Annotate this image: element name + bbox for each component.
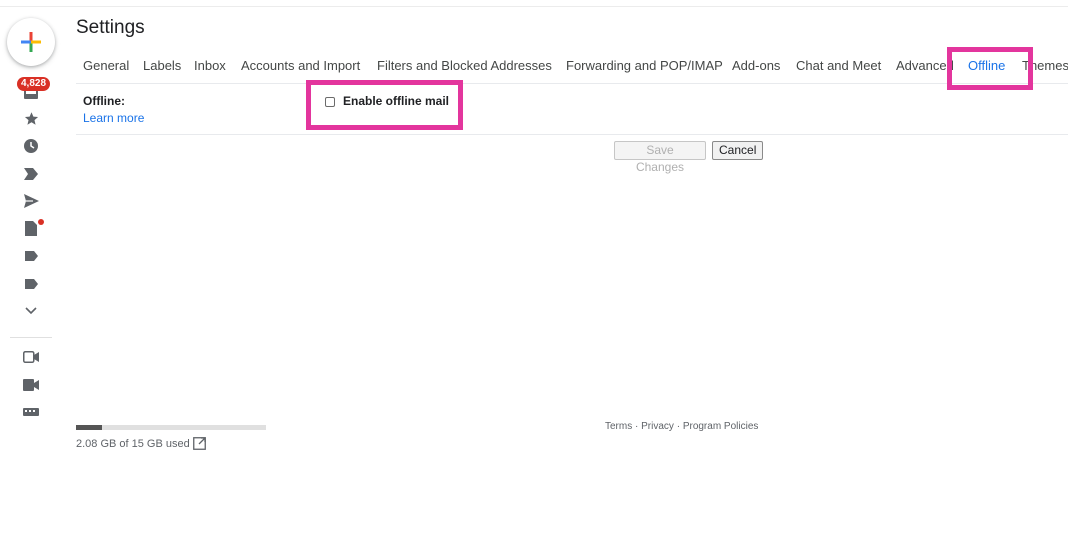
footer-links: Terms · Privacy · Program Policies xyxy=(605,421,758,432)
tab-inbox[interactable]: Inbox xyxy=(194,58,226,74)
clock-icon[interactable] xyxy=(22,137,40,155)
program-policies-link[interactable]: Program Policies xyxy=(683,421,759,432)
label-icon[interactable] xyxy=(22,275,40,293)
tab-accounts-and-import[interactable]: Accounts and Import xyxy=(241,58,360,74)
footer-separator: · xyxy=(673,421,683,432)
label-icon[interactable] xyxy=(22,247,40,265)
tab-forwarding-and-pop-imap[interactable]: Forwarding and POP/IMAP xyxy=(566,58,723,74)
footer-separator: · xyxy=(632,421,642,432)
tab-chat-and-meet[interactable]: Chat and Meet xyxy=(796,58,881,74)
setting-row-divider xyxy=(76,134,1068,135)
tab-filters-and-blocked-addresses[interactable]: Filters and Blocked Addresses xyxy=(377,58,552,74)
save-changes-button[interactable]: Save Changes xyxy=(614,141,706,174)
enable-offline-mail-checkbox[interactable] xyxy=(325,97,335,107)
learn-more-link[interactable]: Learn more xyxy=(83,111,144,125)
video-outline-icon[interactable] xyxy=(22,348,40,366)
privacy-link[interactable]: Privacy xyxy=(641,421,674,432)
offline-setting-label: Offline: xyxy=(83,94,125,108)
settings-tabs: General Labels Inbox Accounts and Import… xyxy=(76,58,1068,82)
send-icon[interactable] xyxy=(22,192,40,210)
left-rail: 4,828 xyxy=(0,0,62,559)
top-divider xyxy=(0,6,1068,7)
storage-bar-fill xyxy=(76,425,103,430)
chevron-down-icon[interactable] xyxy=(22,302,40,320)
open-external-icon[interactable] xyxy=(193,437,206,450)
compose-plus-icon xyxy=(21,32,41,52)
video-icon[interactable] xyxy=(22,376,40,394)
tab-add-ons[interactable]: Add-ons xyxy=(732,58,780,74)
tabs-divider xyxy=(76,83,1068,84)
star-icon[interactable] xyxy=(22,109,40,127)
tab-advanced[interactable]: Advanced xyxy=(896,58,954,74)
compose-button[interactable] xyxy=(7,18,55,66)
tab-labels[interactable]: Labels xyxy=(143,58,181,74)
tab-general[interactable]: General xyxy=(83,58,129,74)
page-title: Settings xyxy=(76,17,145,38)
label-arrow-icon[interactable] xyxy=(22,165,40,183)
rail-divider xyxy=(10,337,52,338)
storage-bar xyxy=(76,425,266,430)
unread-count-badge: 4,828 xyxy=(17,77,51,91)
storage-used-text: 2.08 GB of 15 GB used xyxy=(76,438,190,450)
terms-link[interactable]: Terms xyxy=(605,421,632,432)
cancel-button[interactable]: Cancel xyxy=(712,141,763,160)
enable-offline-mail-label[interactable]: Enable offline mail xyxy=(343,94,449,108)
keyboard-icon[interactable] xyxy=(22,403,40,421)
highlight-box-offline-tab xyxy=(947,47,1033,90)
draft-alert-dot xyxy=(38,219,44,225)
